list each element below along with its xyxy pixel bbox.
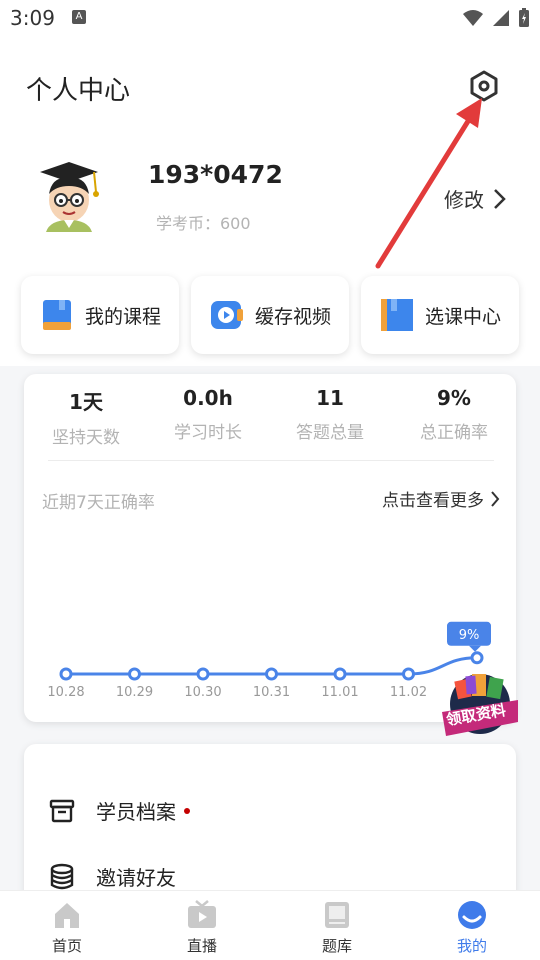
tab-live[interactable]: 直播 bbox=[162, 899, 242, 956]
page-title: 个人中心 bbox=[26, 76, 131, 106]
settings-hexagon-icon[interactable] bbox=[466, 68, 502, 104]
chevron-right-icon bbox=[494, 188, 506, 209]
tab-question-bank[interactable]: 题库 bbox=[297, 899, 377, 956]
cached-videos-button[interactable]: 缓存视频 bbox=[191, 276, 349, 354]
stat-label: 学习时长 bbox=[174, 423, 242, 443]
chart-x-tick-label: 11.02 bbox=[390, 685, 427, 700]
username: 193*0472 bbox=[148, 160, 283, 189]
signal-icon bbox=[493, 10, 509, 26]
database-stack-icon bbox=[50, 863, 74, 889]
tab-mine[interactable]: 我的 bbox=[432, 899, 512, 956]
divider bbox=[48, 460, 494, 461]
stat-label: 答题总量 bbox=[296, 423, 364, 443]
stat-value: 9% bbox=[437, 386, 471, 410]
video-play-icon bbox=[210, 301, 243, 329]
tab-label: 我的 bbox=[456, 937, 487, 955]
battery-icon bbox=[519, 8, 529, 27]
profile-icon bbox=[458, 901, 486, 929]
chart-point bbox=[402, 667, 415, 681]
status-bar: 3:09 A bbox=[0, 0, 540, 36]
question-bank-icon bbox=[325, 902, 349, 928]
stat-value: 11 bbox=[316, 386, 344, 410]
avatar[interactable] bbox=[36, 156, 102, 232]
stat-streak-days: 1天 坚持天数 bbox=[26, 386, 146, 448]
tab-label: 直播 bbox=[186, 937, 217, 955]
live-tv-icon bbox=[188, 900, 216, 928]
my-courses-button[interactable]: 我的课程 bbox=[21, 276, 179, 354]
status-icons bbox=[462, 8, 530, 28]
stat-study-time: 0.0h 学习时长 bbox=[148, 386, 268, 443]
menu-item-student-profile[interactable]: 学员档案 bbox=[48, 796, 190, 825]
notification-dot bbox=[184, 807, 190, 814]
chevron-right-icon bbox=[491, 490, 500, 507]
coins-balance: 学考币：600 bbox=[156, 214, 251, 233]
chart-point bbox=[128, 667, 141, 681]
tab-home[interactable]: 首页 bbox=[27, 899, 107, 956]
stat-value: 0.0h bbox=[183, 386, 233, 410]
my-courses-label: 我的课程 bbox=[84, 305, 161, 328]
view-more-label: 点击查看更多 bbox=[382, 491, 484, 511]
book-icon bbox=[42, 300, 71, 330]
menu-item-invite-friends[interactable]: 邀请好友 bbox=[48, 862, 176, 891]
stat-value: 1天 bbox=[69, 390, 103, 414]
chart-x-tick-label: 10.28 bbox=[47, 685, 84, 700]
cached-videos-label: 缓存视频 bbox=[254, 305, 331, 328]
view-more-link[interactable]: 点击查看更多 bbox=[382, 486, 500, 511]
archive-box-icon bbox=[49, 799, 75, 822]
chart-point bbox=[265, 667, 278, 681]
stat-total-answers: 11 答题总量 bbox=[270, 386, 390, 443]
course-center-label: 选课中心 bbox=[424, 305, 501, 328]
stat-label: 坚持天数 bbox=[52, 428, 120, 448]
tab-label: 首页 bbox=[51, 937, 82, 955]
course-center-button[interactable]: 选课中心 bbox=[361, 276, 519, 354]
bottom-tab-bar: 首页 直播 题库 我的 bbox=[0, 890, 540, 960]
chart-data-label: 9% bbox=[447, 621, 491, 652]
edit-label: 修改 bbox=[444, 188, 484, 212]
menu-item-label: 邀请好友 bbox=[96, 866, 176, 890]
chart-x-tick-label: 10.31 bbox=[253, 685, 290, 700]
wifi-icon bbox=[463, 10, 483, 26]
chart-data-label-text: 9% bbox=[459, 628, 480, 643]
chart-x-tick-label: 10.30 bbox=[184, 685, 221, 700]
notification-icon: A bbox=[72, 10, 86, 24]
chart-data-label-pointer bbox=[469, 645, 481, 652]
chart-x-tick-label: 10.29 bbox=[116, 685, 153, 700]
course-select-icon bbox=[380, 299, 413, 331]
edit-profile-button[interactable]: 修改 bbox=[444, 184, 506, 213]
promo-badge[interactable]: 领取资料 bbox=[438, 660, 522, 746]
tab-label: 题库 bbox=[321, 937, 352, 955]
home-icon bbox=[55, 903, 79, 928]
chart-point bbox=[333, 667, 347, 681]
status-time: 3:09 bbox=[10, 6, 55, 30]
chart-x-tick-label: 11.01 bbox=[321, 685, 358, 700]
chart-point bbox=[196, 667, 210, 681]
menu-item-label: 学员档案 bbox=[96, 800, 176, 824]
recent-accuracy-label: 近期7天正确率 bbox=[42, 493, 155, 513]
stat-label: 总正确率 bbox=[420, 423, 488, 443]
stat-accuracy: 9% 总正确率 bbox=[394, 386, 514, 443]
chart-point bbox=[59, 667, 73, 681]
